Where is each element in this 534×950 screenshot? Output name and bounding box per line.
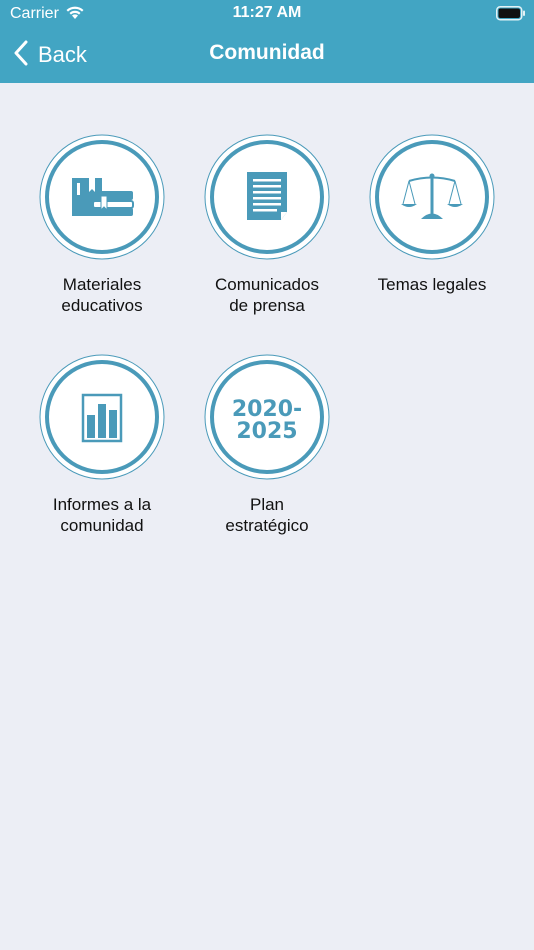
tile-label-line: estratégico	[225, 516, 309, 535]
tile-plan-estrategico[interactable]: 2020- 2025 Plan estratégico	[187, 354, 347, 536]
tile-label-line: Temas legales	[377, 275, 487, 294]
tile-label-line: Materiales	[62, 275, 142, 294]
tile-temas-legales[interactable]: Temas legales	[352, 134, 512, 295]
tile-informes-a-la-comunidad[interactable]: Informes a la comunidad	[22, 354, 182, 536]
tile-label-line: Plan	[249, 495, 285, 514]
tile-label: Materiales educativos	[22, 274, 182, 316]
tile-materiales-educativos[interactable]: Materiales educativos	[22, 134, 182, 316]
tile-comunicados-de-prensa[interactable]: Comunicados de prensa	[187, 134, 347, 316]
books-icon	[39, 134, 165, 260]
tile-label: Temas legales	[352, 274, 512, 295]
tile-circle	[39, 134, 165, 260]
tile-label: Informes a la comunidad	[22, 494, 182, 536]
tile-label-line: comunidad	[60, 516, 144, 535]
tile-label-line: Informes a la	[52, 495, 152, 514]
status-time: 11:27 AM	[232, 4, 302, 21]
tile-label-line: Comunicados	[215, 275, 319, 294]
tile-circle: 2020- 2025	[204, 354, 330, 480]
tile-circle	[39, 354, 165, 480]
document-icon	[204, 134, 330, 260]
page-title: Comunidad	[209, 41, 325, 64]
bar-chart-icon	[39, 354, 165, 480]
tile-label-line: educativos	[61, 296, 143, 315]
year-range-end: 2025	[236, 419, 297, 444]
tile-circle	[369, 134, 495, 260]
battery-icon	[496, 6, 526, 26]
tile-circle	[204, 134, 330, 260]
calendar-years-icon: 2020- 2025	[204, 354, 330, 480]
tile-label-line: de prensa	[229, 296, 305, 315]
tile-label: Plan estratégico	[187, 494, 347, 536]
nav-bar: Back Comunidad	[0, 28, 534, 83]
status-bar: Carrier 11:27 AM	[0, 0, 534, 28]
tile-label: Comunicados de prensa	[187, 274, 347, 316]
header: Carrier 11:27 AM Back Comunidad	[0, 0, 534, 83]
scales-icon	[369, 134, 495, 260]
